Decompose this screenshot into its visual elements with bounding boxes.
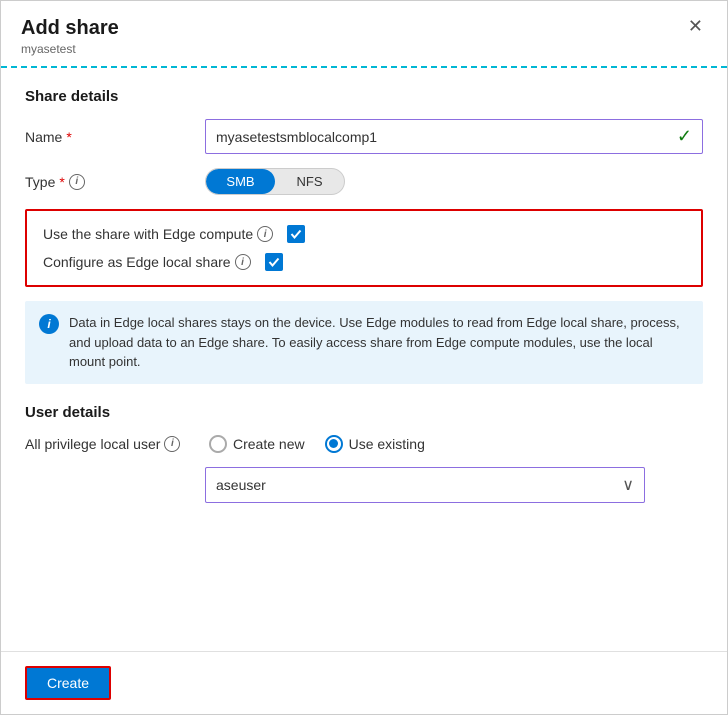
- dropdown-arrow-icon: ∨: [622, 475, 634, 495]
- modal-footer: Create: [1, 651, 727, 714]
- user-dropdown-row: aseuser ∨: [205, 467, 703, 503]
- user-dropdown-value: aseuser: [216, 477, 266, 493]
- use-existing-label: Use existing: [349, 436, 425, 452]
- type-toggle-group: SMB NFS: [205, 168, 345, 195]
- privilege-user-row: All privilege local user i Create new Us…: [25, 435, 703, 453]
- close-button[interactable]: ✕: [684, 17, 707, 35]
- edge-local-share-row: Configure as Edge local share i: [43, 253, 685, 271]
- name-input-container[interactable]: myasetestsmblocalcomp1 ✓: [205, 119, 703, 154]
- modal-subtitle: myasetest: [21, 42, 119, 56]
- modal-title-section: Add share myasetest: [21, 17, 119, 56]
- use-existing-option[interactable]: Use existing: [325, 435, 425, 453]
- edge-compute-highlight-box: Use the share with Edge compute i Config…: [25, 209, 703, 287]
- modal-title: Add share: [21, 17, 119, 40]
- edge-compute-label: Use the share with Edge compute i: [43, 226, 273, 242]
- name-label: Name *: [25, 129, 205, 145]
- user-details-section: User details All privilege local user i …: [25, 404, 703, 503]
- privilege-label-text: All privilege local user: [25, 436, 160, 452]
- name-row: Name * myasetestsmblocalcomp1 ✓: [25, 119, 703, 154]
- type-label: Type * i: [25, 174, 205, 190]
- nfs-toggle[interactable]: NFS: [275, 169, 344, 194]
- add-share-modal: Add share myasetest ✕ Share details Name…: [0, 0, 728, 715]
- user-dropdown[interactable]: aseuser ∨: [205, 467, 645, 503]
- edge-compute-checkbox[interactable]: [287, 225, 305, 243]
- radio-group: Create new Use existing: [209, 435, 425, 453]
- create-new-label: Create new: [233, 436, 305, 452]
- info-banner: i Data in Edge local shares stays on the…: [25, 301, 703, 384]
- edge-compute-text: Use the share with Edge compute: [43, 226, 253, 242]
- use-existing-radio[interactable]: [325, 435, 343, 453]
- name-input-value: myasetestsmblocalcomp1: [216, 129, 677, 145]
- edge-compute-row: Use the share with Edge compute i: [43, 225, 685, 243]
- type-required-star: *: [59, 174, 64, 190]
- smb-toggle[interactable]: SMB: [206, 169, 275, 194]
- name-valid-icon: ✓: [677, 126, 692, 147]
- edge-compute-info-icon[interactable]: i: [257, 226, 273, 242]
- name-label-text: Name: [25, 129, 62, 145]
- name-required-star: *: [66, 129, 71, 145]
- edge-local-info-icon[interactable]: i: [235, 254, 251, 270]
- create-button[interactable]: Create: [25, 666, 111, 700]
- create-new-option[interactable]: Create new: [209, 435, 305, 453]
- share-details-section-title: Share details: [25, 88, 703, 105]
- edge-local-share-text: Configure as Edge local share: [43, 254, 231, 270]
- type-label-text: Type: [25, 174, 55, 190]
- info-banner-text: Data in Edge local shares stays on the d…: [69, 313, 689, 372]
- user-details-section-title: User details: [25, 404, 703, 421]
- edge-local-share-checkbox[interactable]: [265, 253, 283, 271]
- modal-header: Add share myasetest ✕: [1, 1, 727, 68]
- privilege-user-label: All privilege local user i: [25, 436, 205, 452]
- create-new-radio[interactable]: [209, 435, 227, 453]
- type-row: Type * i SMB NFS: [25, 168, 703, 195]
- modal-body: Share details Name * myasetestsmblocalco…: [1, 68, 727, 651]
- info-banner-icon: i: [39, 314, 59, 334]
- edge-local-share-label: Configure as Edge local share i: [43, 254, 251, 270]
- privilege-info-icon[interactable]: i: [164, 436, 180, 452]
- type-info-icon[interactable]: i: [69, 174, 85, 190]
